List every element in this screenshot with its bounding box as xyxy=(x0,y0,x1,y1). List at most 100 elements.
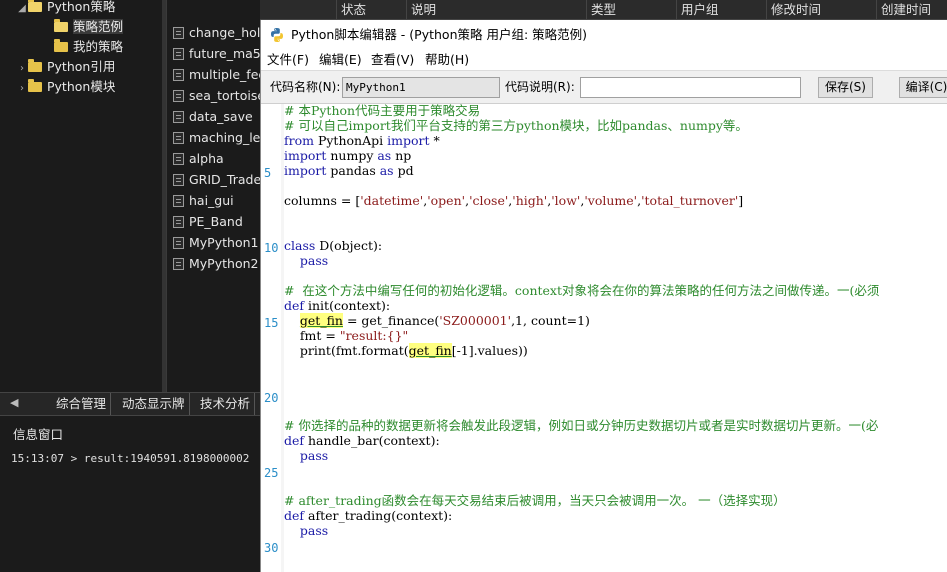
python-script-editor: Python脚本编辑器 - (Python策略 用户组: 策略范例) 文件(F)… xyxy=(260,20,947,572)
script-file-icon xyxy=(173,27,184,39)
line-number-gutter: 5 10 15 20 25 30 xyxy=(261,104,281,572)
editor-title: Python脚本编辑器 - (Python策略 用户组: 策略范例) xyxy=(291,27,588,42)
list-item[interactable]: data_save xyxy=(167,106,261,127)
strategy-tree: ◢ Python策略 策略范例 我的策略 › Python引用 › Python模块 xyxy=(0,0,162,392)
strategy-name: multiple_fect xyxy=(189,67,261,82)
tab-general-management[interactable]: 综合管理 xyxy=(52,393,112,415)
code-description-label: 代码说明(R): xyxy=(505,80,575,94)
line-number: 5 xyxy=(264,166,272,180)
code-line[interactable]: pass xyxy=(284,523,328,538)
code-line[interactable]: fmt = "result:{}" xyxy=(284,328,408,343)
list-item[interactable]: MyPython2 xyxy=(167,253,261,274)
script-file-icon xyxy=(173,111,184,123)
script-file-icon xyxy=(173,132,184,144)
info-window-title: 信息窗口 xyxy=(0,416,260,442)
list-item[interactable]: alpha xyxy=(167,148,261,169)
script-file-icon xyxy=(173,153,184,165)
column-header-created-time[interactable]: 创建时间 xyxy=(876,0,947,20)
column-header-modified-time[interactable]: 修改时间 xyxy=(766,0,876,20)
strategy-name: sea_tortoise xyxy=(189,88,261,103)
list-item[interactable]: MyPython1 xyxy=(167,232,261,253)
column-header-user-group[interactable]: 用户组 xyxy=(676,0,766,20)
script-file-icon xyxy=(173,69,184,81)
code-editor[interactable]: 5 10 15 20 25 30 # 本Python代码主要用于策略交易 # 可以… xyxy=(261,103,947,572)
code-line[interactable]: pass xyxy=(284,448,328,463)
code-line[interactable]: columns = ['datetime','open','close','hi… xyxy=(284,193,743,208)
script-file-icon xyxy=(173,258,184,270)
code-line[interactable]: # 你选择的品种的数据更新将会触发此段逻辑，例如日或分钟历史数据切片或者是实时数… xyxy=(284,418,878,433)
list-item[interactable]: PE_Band xyxy=(167,211,261,232)
menu-view[interactable]: 查看(V) xyxy=(371,50,414,70)
chevron-right-icon[interactable]: › xyxy=(16,59,28,79)
tree-item-strategy-examples[interactable]: 策略范例 xyxy=(54,17,124,37)
column-header-type[interactable]: 类型 xyxy=(586,0,676,20)
list-item[interactable]: sea_tortoise xyxy=(167,85,261,106)
list-item[interactable]: multiple_fect xyxy=(167,64,261,85)
line-number: 30 xyxy=(264,541,279,555)
tree-item-python-strategy[interactable]: ◢ Python策略 xyxy=(16,0,115,17)
tree-item-python-modules[interactable]: › Python模块 xyxy=(16,77,115,97)
strategy-name: hai_gui xyxy=(189,193,234,208)
list-item[interactable]: change_holc xyxy=(167,22,261,43)
code-line[interactable]: import pandas as pd xyxy=(284,163,414,178)
code-line[interactable]: import numpy as np xyxy=(284,148,411,163)
save-button[interactable]: 保存(S) xyxy=(818,77,873,98)
strategy-name: GRID_Trade xyxy=(189,172,261,187)
script-file-icon xyxy=(173,195,184,207)
list-item[interactable]: future_ma5_ xyxy=(167,43,261,64)
code-description-input[interactable] xyxy=(580,77,801,98)
list-item[interactable]: GRID_Trade xyxy=(167,169,261,190)
compile-button[interactable]: 编译(C) xyxy=(899,77,947,98)
menu-file[interactable]: 文件(F) xyxy=(267,50,309,70)
code-name-label: 代码名称(N): xyxy=(270,80,341,94)
code-line[interactable]: get_fin = get_finance('SZ000001',1, coun… xyxy=(284,313,590,328)
code-line[interactable]: # 本Python代码主要用于策略交易 xyxy=(284,104,480,118)
script-file-icon xyxy=(173,237,184,249)
strategy-name: data_save xyxy=(189,109,253,124)
strategy-name: MyPython2 xyxy=(189,256,259,271)
column-header-description[interactable]: 说明 xyxy=(406,0,586,20)
strategy-table-header: 策略 状态 说明 类型 用户组 修改时间 创建时间 xyxy=(166,0,947,20)
tree-item-label: Python策略 xyxy=(47,0,116,14)
code-line[interactable]: # after_trading函数会在每天交易结束后被调用，当天只会被调用一次。… xyxy=(284,493,786,508)
tab-scroll-left-icon[interactable]: ◀ xyxy=(10,396,18,409)
code-line[interactable]: # 可以自己import我们平台支持的第三方python模块，比如pandas、… xyxy=(284,118,748,133)
expand-arrow-icon[interactable]: ◢ xyxy=(16,0,28,19)
code-line[interactable]: class D(object): xyxy=(284,238,382,253)
info-window: 15:13:07 > result:1940591.8198000002 xyxy=(0,440,260,572)
code-name-input[interactable]: MyPython1 xyxy=(342,77,500,98)
folder-icon xyxy=(54,39,68,52)
column-header-status[interactable]: 状态 xyxy=(336,0,406,20)
folder-icon xyxy=(28,59,42,72)
strategy-name: alpha xyxy=(189,151,224,166)
script-file-icon xyxy=(173,216,184,228)
list-item[interactable]: maching_lea xyxy=(167,127,261,148)
strategy-name: maching_lea xyxy=(189,130,261,145)
code-line[interactable]: print(fmt.format(get_fin[-1].values)) xyxy=(284,343,528,358)
code-line[interactable]: from PythonApi import * xyxy=(284,133,440,148)
folder-icon xyxy=(28,0,42,12)
menu-help[interactable]: 帮助(H) xyxy=(425,50,469,70)
tree-item-label: 我的策略 xyxy=(73,39,124,54)
editor-menubar: 文件(F) 编辑(E) 查看(V) 帮助(H) xyxy=(261,50,947,70)
tree-item-python-references[interactable]: › Python引用 xyxy=(16,57,115,77)
tab-dynamic-display[interactable]: 动态显示牌 xyxy=(118,393,190,415)
code-line[interactable]: def init(context): xyxy=(284,298,390,313)
code-line[interactable]: def handle_bar(context): xyxy=(284,433,440,448)
code-line[interactable]: pass xyxy=(284,253,328,268)
strategy-name: future_ma5_ xyxy=(189,46,261,61)
folder-icon xyxy=(54,19,68,32)
editor-titlebar[interactable]: Python脚本编辑器 - (Python策略 用户组: 策略范例) xyxy=(261,20,947,50)
script-file-icon xyxy=(173,48,184,60)
line-number: 10 xyxy=(264,241,279,255)
code-line[interactable]: def after_trading(context): xyxy=(284,508,452,523)
script-file-icon xyxy=(173,90,184,102)
code-line[interactable]: # 在这个方法中编写任何的初始化逻辑。context对象将会在你的算法策略的任何… xyxy=(284,283,879,298)
tree-item-label: Python引用 xyxy=(47,59,116,74)
tree-item-my-strategies[interactable]: 我的策略 xyxy=(54,37,123,57)
list-item[interactable]: hai_gui xyxy=(167,190,261,211)
menu-edit[interactable]: 编辑(E) xyxy=(319,50,362,70)
tab-technical-analysis[interactable]: 技术分析 xyxy=(196,393,256,415)
chevron-right-icon[interactable]: › xyxy=(16,79,28,99)
line-number: 15 xyxy=(264,316,279,330)
